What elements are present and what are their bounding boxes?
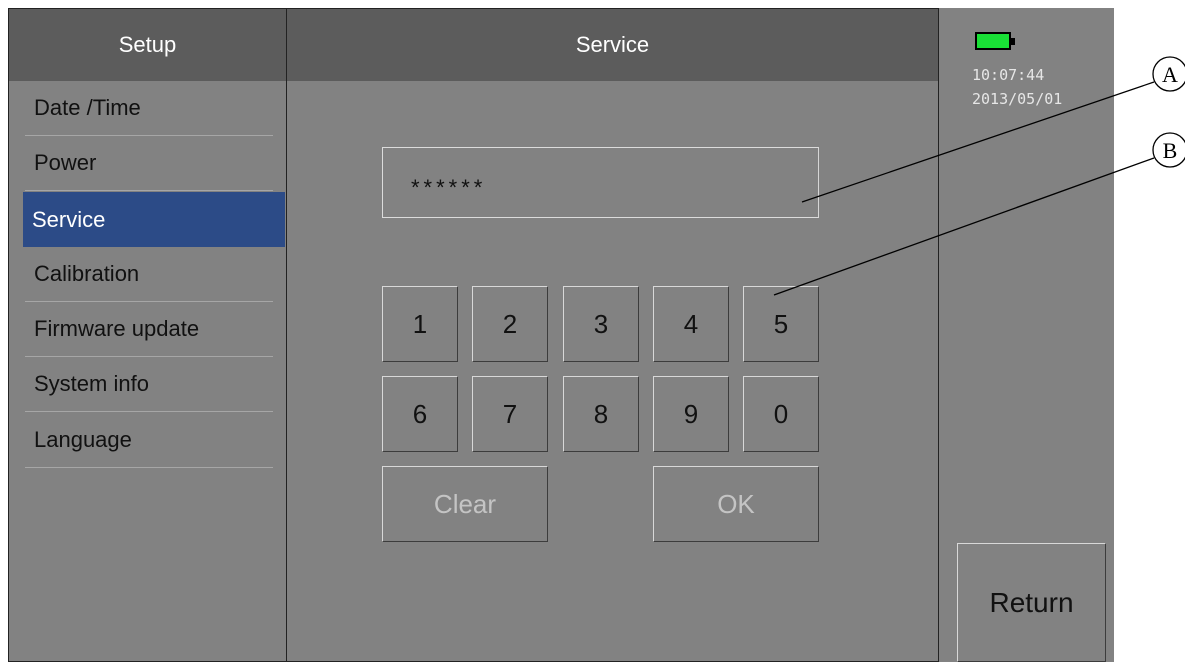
- callout-label-b: B: [1163, 138, 1178, 163]
- callout-line-b: [773, 157, 1155, 296]
- callout-line-a: [801, 81, 1155, 203]
- callout-overlay: A B: [773, 56, 1185, 296]
- callout-label-a: A: [1162, 62, 1178, 87]
